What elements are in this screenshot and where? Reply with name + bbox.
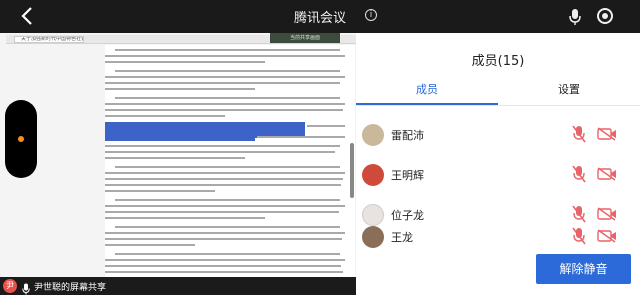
text-line <box>105 244 195 246</box>
text-line <box>105 115 225 117</box>
text-line <box>105 178 343 180</box>
unmute-all-button[interactable]: 解除静音 <box>536 254 631 284</box>
text-line <box>105 172 345 174</box>
text-line <box>105 61 265 63</box>
screen-share-bar: 尹 尹世聪的屏幕共享 <box>0 277 356 295</box>
camera-off-icon[interactable] <box>597 166 617 181</box>
app-title: 腾讯会议 <box>293 11 346 26</box>
avatar <box>362 164 384 186</box>
sharer-avatar: 尹 <box>3 279 17 293</box>
text-line <box>105 265 341 267</box>
text-line <box>105 211 339 213</box>
floating-controller[interactable] <box>5 100 37 178</box>
tab-members[interactable]: 成员 <box>356 81 498 97</box>
status-dot-icon <box>18 136 24 142</box>
avatar <box>362 124 384 146</box>
text-line <box>105 88 255 90</box>
mic-muted-icon[interactable] <box>572 125 586 143</box>
text-line <box>105 151 335 153</box>
member-name: 王明辉 <box>391 169 424 182</box>
member-panel: 成员(15) 成员 设置 雷配沛 王明辉 位子龙 王龙 解除静音 <box>356 33 640 295</box>
text-line <box>105 271 343 273</box>
text-line <box>105 238 342 240</box>
shared-document: 关于加强新时代中国特色社会主义文化建设的意见 当前共享画面 <box>0 33 356 295</box>
member-row[interactable]: 王龙 <box>356 218 640 258</box>
text-line <box>115 97 340 99</box>
text-line <box>105 205 345 207</box>
text-line <box>105 232 345 234</box>
mic-muted-icon[interactable] <box>572 165 586 183</box>
text-line <box>105 76 345 78</box>
text-line <box>105 145 340 147</box>
text-line <box>105 103 345 105</box>
text-line <box>115 253 340 255</box>
share-tag: 当前共享画面 <box>270 33 340 43</box>
text-line <box>105 184 341 186</box>
member-name: 王龙 <box>391 231 413 244</box>
text-line <box>115 226 340 228</box>
tab-settings[interactable]: 设置 <box>498 81 640 97</box>
sharer-mic-icon <box>22 280 30 295</box>
document-page <box>105 45 355 295</box>
top-bar: 腾讯会议 i <box>0 0 640 33</box>
text-line <box>105 55 345 57</box>
text-line <box>105 190 215 192</box>
member-name: 雷配沛 <box>391 129 424 142</box>
info-icon[interactable]: i <box>365 9 377 21</box>
text-line <box>105 82 340 84</box>
record-icon[interactable] <box>597 8 613 24</box>
camera-off-icon[interactable] <box>597 126 617 141</box>
document-scrollbar[interactable] <box>350 143 354 198</box>
document-tab: 关于加强新时代中国特色社会主义文化建设的意见 <box>14 36 84 43</box>
text-line <box>105 109 343 111</box>
text-line <box>115 199 340 201</box>
text-line <box>105 259 345 261</box>
mic-icon[interactable] <box>568 8 582 26</box>
text-line <box>105 157 245 159</box>
text-line <box>115 166 340 168</box>
member-row[interactable]: 雷配沛 <box>356 116 640 156</box>
member-row[interactable]: 王明辉 <box>356 156 640 196</box>
text-line <box>257 136 345 138</box>
panel-title: 成员(15) <box>471 54 525 69</box>
selected-text <box>105 133 255 141</box>
text-line <box>115 70 340 72</box>
text-line <box>105 217 265 219</box>
text-line <box>307 125 345 127</box>
mic-muted-icon[interactable] <box>572 227 586 245</box>
avatar <box>362 226 384 248</box>
tab-divider <box>356 105 640 106</box>
sharer-label: 尹世聪的屏幕共享 <box>34 283 107 293</box>
camera-off-icon[interactable] <box>597 228 617 243</box>
text-line <box>115 49 340 51</box>
